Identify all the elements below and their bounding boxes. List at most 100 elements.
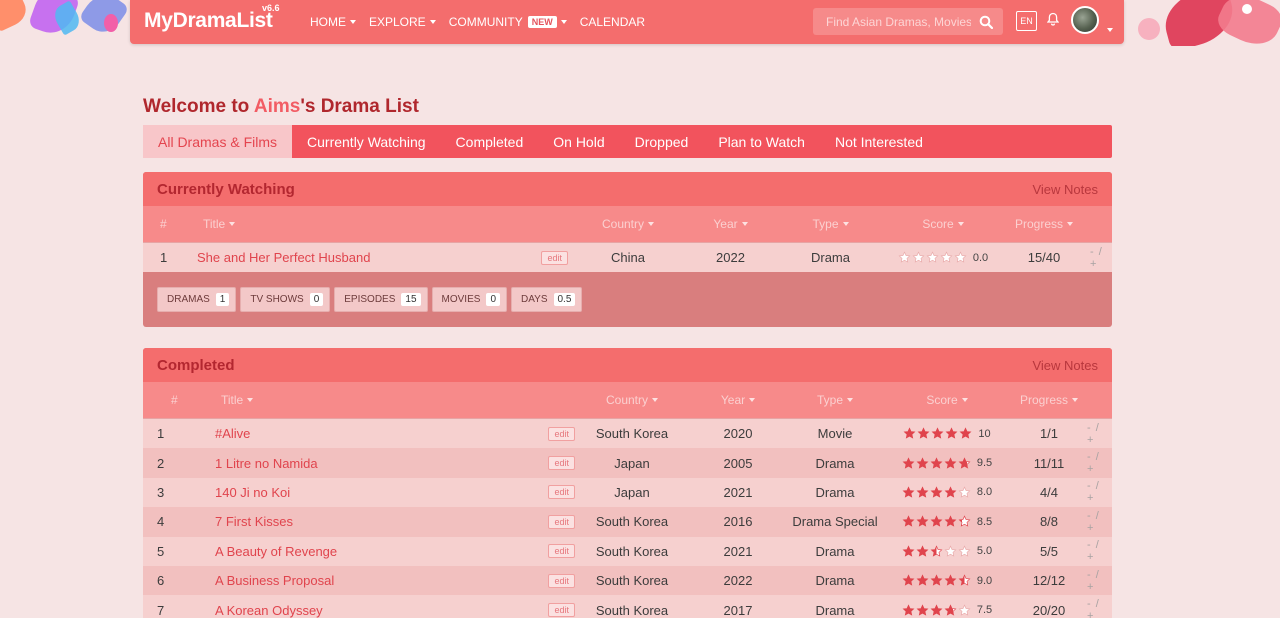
star-half-icon[interactable] bbox=[958, 515, 971, 528]
progress-adjust-buttons[interactable]: - / + bbox=[1090, 246, 1112, 270]
star-rating[interactable] bbox=[898, 251, 968, 264]
col-year[interactable]: Year bbox=[689, 393, 787, 407]
star-filled-icon[interactable] bbox=[944, 486, 957, 499]
star-filled-icon[interactable] bbox=[902, 457, 915, 470]
progress-adjust-buttons[interactable]: - / + bbox=[1087, 539, 1109, 563]
star-filled-icon[interactable] bbox=[903, 427, 916, 440]
drama-title-link[interactable]: #Alive bbox=[215, 426, 250, 441]
tab-on-hold[interactable]: On Hold bbox=[538, 125, 619, 158]
drama-title-link[interactable]: She and Her Perfect Husband bbox=[197, 250, 370, 265]
progress-adjust-buttons[interactable]: - / + bbox=[1087, 569, 1109, 593]
language-button[interactable]: EN bbox=[1016, 11, 1037, 31]
search-input[interactable] bbox=[813, 14, 971, 29]
star-filled-icon[interactable] bbox=[931, 427, 944, 440]
star-empty-icon[interactable] bbox=[958, 603, 971, 617]
star-rating[interactable] bbox=[902, 515, 972, 528]
star-filled-icon[interactable] bbox=[902, 545, 915, 558]
tab-not-interested[interactable]: Not Interested bbox=[820, 125, 938, 158]
drama-title-link[interactable]: A Business Proposal bbox=[215, 573, 334, 588]
col-year[interactable]: Year bbox=[688, 217, 773, 231]
star-empty-icon[interactable] bbox=[912, 251, 925, 264]
star-filled-icon[interactable] bbox=[930, 515, 943, 528]
star-filled-icon[interactable] bbox=[944, 574, 957, 587]
tab-completed[interactable]: Completed bbox=[441, 125, 539, 158]
star-rating[interactable] bbox=[902, 574, 972, 587]
star-filled-icon[interactable] bbox=[930, 603, 943, 617]
nav-calendar[interactable]: CALENDAR bbox=[580, 15, 645, 29]
star-filled-icon[interactable] bbox=[945, 427, 958, 440]
star-filled-icon[interactable] bbox=[902, 515, 915, 528]
star-filled-icon[interactable] bbox=[959, 427, 972, 440]
star-filled-icon[interactable] bbox=[930, 486, 943, 499]
edit-button[interactable]: edit bbox=[548, 544, 575, 559]
star-rating[interactable] bbox=[902, 545, 972, 558]
star-filled-icon[interactable] bbox=[902, 603, 915, 617]
star-rating[interactable] bbox=[903, 427, 973, 440]
site-logo[interactable]: MyDramaList bbox=[144, 9, 273, 33]
drama-title-link[interactable]: A Beauty of Revenge bbox=[215, 544, 337, 559]
star-filled-icon[interactable] bbox=[930, 574, 943, 587]
star-filled-icon[interactable] bbox=[916, 515, 929, 528]
col-score[interactable]: Score bbox=[888, 217, 998, 231]
edit-button[interactable]: edit bbox=[548, 485, 575, 500]
star-filled-icon[interactable] bbox=[930, 457, 943, 470]
user-avatar[interactable] bbox=[1071, 6, 1099, 34]
col-country[interactable]: Country bbox=[568, 217, 688, 231]
star-rating[interactable] bbox=[902, 486, 972, 499]
drama-title-link[interactable]: 7 First Kisses bbox=[215, 514, 293, 529]
progress-adjust-buttons[interactable]: - / + bbox=[1087, 598, 1109, 618]
username-link[interactable]: Aims bbox=[254, 96, 300, 117]
star-empty-icon[interactable] bbox=[940, 251, 953, 264]
col-title[interactable]: Title bbox=[215, 393, 575, 407]
star-filled-icon[interactable] bbox=[916, 486, 929, 499]
edit-button[interactable]: edit bbox=[541, 250, 568, 265]
progress-adjust-buttons[interactable]: - / + bbox=[1087, 422, 1109, 446]
nav-home[interactable]: HOME bbox=[310, 15, 356, 29]
drama-title-link[interactable]: A Korean Odyssey bbox=[215, 603, 323, 618]
col-title[interactable]: Title bbox=[190, 217, 568, 231]
search-button[interactable] bbox=[971, 8, 1001, 35]
star-filled-icon[interactable] bbox=[902, 574, 915, 587]
edit-button[interactable]: edit bbox=[548, 603, 575, 618]
tab-plan-to-watch[interactable]: Plan to Watch bbox=[703, 125, 820, 158]
star-empty-icon[interactable] bbox=[954, 251, 967, 264]
tab-currently-watching[interactable]: Currently Watching bbox=[292, 125, 441, 158]
nav-community[interactable]: COMMUNITY NEW bbox=[449, 15, 567, 29]
star-filled-icon[interactable] bbox=[916, 457, 929, 470]
col-type[interactable]: Type bbox=[773, 217, 888, 231]
avatar-menu-toggle[interactable] bbox=[1103, 19, 1113, 37]
col-progress[interactable]: Progress bbox=[1011, 393, 1087, 407]
star-half-icon[interactable] bbox=[930, 545, 943, 558]
edit-button[interactable]: edit bbox=[548, 426, 575, 441]
star-filled-icon[interactable] bbox=[916, 603, 929, 617]
star-filled-icon[interactable] bbox=[916, 545, 929, 558]
star-empty-icon[interactable] bbox=[944, 545, 957, 558]
progress-adjust-buttons[interactable]: - / + bbox=[1087, 451, 1109, 475]
drama-title-link[interactable]: 140 Ji no Koi bbox=[215, 485, 290, 500]
col-score[interactable]: Score bbox=[883, 393, 1011, 407]
tab-dropped[interactable]: Dropped bbox=[620, 125, 704, 158]
star-empty-icon[interactable] bbox=[958, 486, 971, 499]
star-half-icon[interactable] bbox=[944, 603, 957, 617]
star-half-icon[interactable] bbox=[958, 574, 971, 587]
col-progress[interactable]: Progress bbox=[998, 217, 1090, 231]
edit-button[interactable]: edit bbox=[548, 514, 575, 529]
notifications-button[interactable] bbox=[1046, 12, 1060, 31]
col-country[interactable]: Country bbox=[575, 393, 689, 407]
star-filled-icon[interactable] bbox=[917, 427, 930, 440]
star-rating[interactable] bbox=[902, 603, 972, 617]
star-empty-icon[interactable] bbox=[958, 545, 971, 558]
edit-button[interactable]: edit bbox=[548, 456, 575, 471]
star-filled-icon[interactable] bbox=[916, 574, 929, 587]
star-empty-icon[interactable] bbox=[926, 251, 939, 264]
star-empty-icon[interactable] bbox=[898, 251, 911, 264]
view-notes-link[interactable]: View Notes bbox=[1032, 358, 1098, 373]
drama-title-link[interactable]: 1 Litre no Namida bbox=[215, 456, 318, 471]
star-filled-icon[interactable] bbox=[944, 515, 957, 528]
nav-explore[interactable]: EXPLORE bbox=[369, 15, 436, 29]
progress-adjust-buttons[interactable]: - / + bbox=[1087, 510, 1109, 534]
view-notes-link[interactable]: View Notes bbox=[1032, 182, 1098, 197]
star-filled-icon[interactable] bbox=[944, 457, 957, 470]
edit-button[interactable]: edit bbox=[548, 573, 575, 588]
star-half-icon[interactable] bbox=[958, 457, 971, 470]
